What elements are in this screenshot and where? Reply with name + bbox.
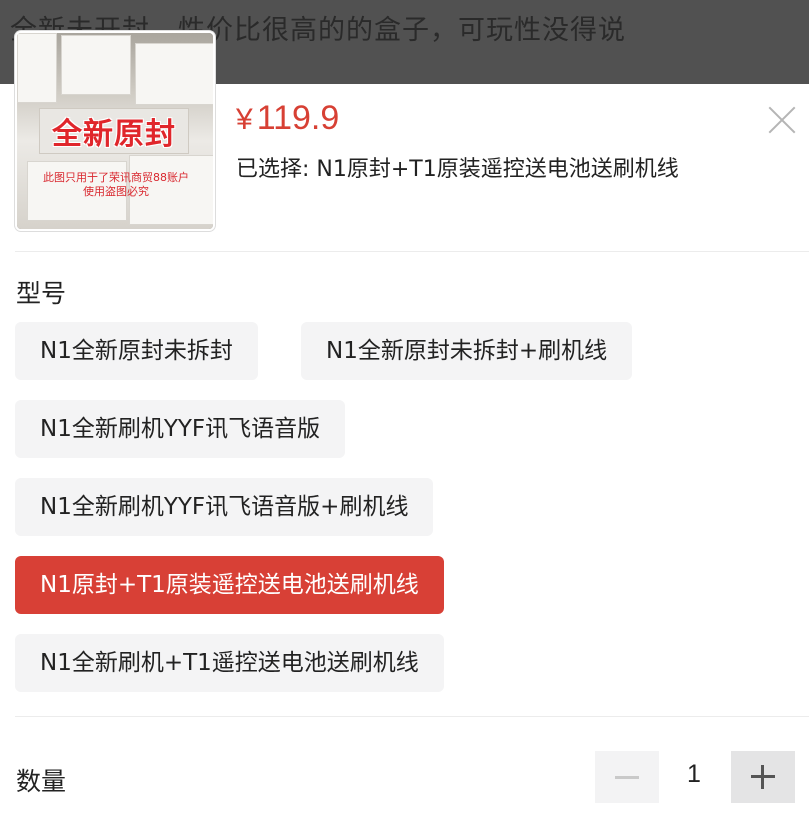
close-icon[interactable] — [766, 104, 798, 136]
currency-symbol: ¥ — [236, 103, 253, 136]
model-option-n1-sealed-t1-remote[interactable]: N1原封+T1原装遥控送电池送刷机线 — [15, 556, 444, 614]
divider — [15, 251, 809, 252]
product-thumbnail[interactable]: 全新原封 此图只用于了荣讯商贸88账户 使用盗图必究 — [15, 31, 215, 231]
model-section-title: 型号 — [16, 279, 67, 308]
product-price: ¥119.9 — [236, 99, 339, 138]
plus-icon-vertical — [761, 765, 764, 789]
model-option-n1-sealed[interactable]: N1全新原封未拆封 — [15, 322, 258, 380]
thumbnail-watermark-line2: 使用盗图必究 — [83, 185, 149, 198]
minus-icon — [615, 776, 639, 779]
model-option-n1-flashed-yyf[interactable]: N1全新刷机YYF讯飞语音版 — [15, 400, 346, 458]
thumbnail-watermark-line1: 此图只用于了荣讯商贸88账户 — [43, 171, 189, 184]
thumbnail-box — [135, 43, 213, 105]
quantity-decrement-button[interactable] — [595, 751, 659, 803]
quantity-section-title: 数量 — [16, 767, 67, 796]
thumbnail-box — [61, 35, 131, 95]
model-option-n1-flashed-t1-remote[interactable]: N1全新刷机+T1遥控送电池送刷机线 — [15, 634, 444, 692]
thumbnail-box — [17, 33, 57, 103]
selected-variant-label: 已选择: N1原封+T1原装遥控送电池送刷机线 — [236, 157, 679, 182]
price-value: 119.9 — [256, 99, 340, 137]
quantity-increment-button[interactable] — [731, 751, 795, 803]
model-option-n1-flashed-yyf-cable[interactable]: N1全新刷机YYF讯飞语音版+刷机线 — [15, 478, 434, 536]
thumbnail-banner: 全新原封 — [39, 108, 189, 154]
thumbnail-watermark: 此图只用于了荣讯商贸88账户 使用盗图必究 — [21, 171, 211, 199]
quantity-value[interactable]: 1 — [676, 760, 712, 789]
divider — [15, 716, 809, 717]
thumbnail-banner-text: 全新原封 — [52, 117, 176, 152]
model-option-n1-sealed-cable[interactable]: N1全新原封未拆封+刷机线 — [301, 322, 633, 380]
